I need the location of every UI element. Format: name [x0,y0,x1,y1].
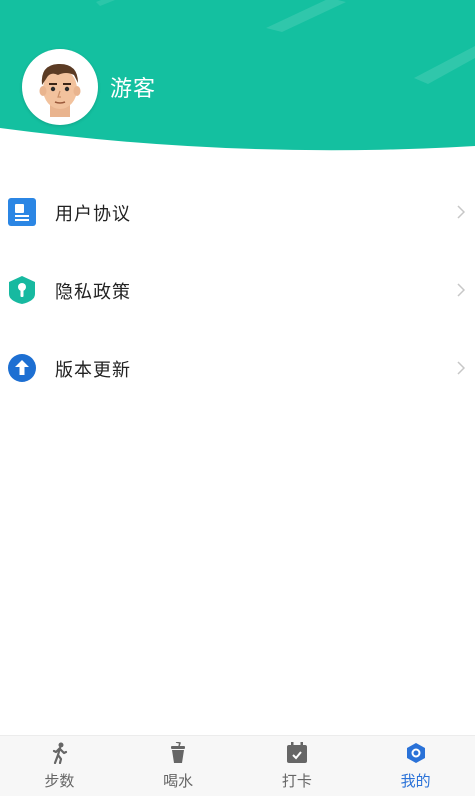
cup-icon [171,742,186,763]
bottom-tab-bar: 步数 喝水 打卡 我的 [0,735,475,796]
avatar[interactable] [22,49,98,125]
tab-label: 步数 [44,772,75,790]
menu-item-version-update[interactable]: 版本更新 [0,328,475,406]
profile-header: 游客 [0,0,475,152]
document-icon [8,198,36,226]
tab-mine[interactable]: 我的 [356,736,475,796]
hexagon-settings-icon [406,743,425,763]
chevron-right-icon [457,205,465,219]
chevron-right-icon [457,283,465,297]
menu-item-user-agreement[interactable]: 用户协议 [0,172,475,250]
tab-label: 我的 [400,772,431,790]
walking-icon [53,742,68,764]
tab-label: 喝水 [163,772,194,790]
tab-check-in[interactable]: 打卡 [238,736,357,796]
avatar-face-icon [39,63,81,117]
upload-arrow-icon [8,354,36,382]
menu-item-privacy-policy[interactable]: 隐私政策 [0,250,475,328]
menu-item-label: 隐私政策 [55,282,131,303]
username: 游客 [110,77,157,102]
settings-menu: 用户协议 隐私政策 版本更新 [0,172,475,406]
privacy-shield-icon [9,276,35,304]
tab-drink-water[interactable]: 喝水 [119,736,238,796]
chevron-right-icon [457,361,465,375]
calendar-check-icon [286,742,307,763]
tab-label: 打卡 [281,772,312,790]
menu-item-label: 用户协议 [55,204,131,225]
tab-steps[interactable]: 步数 [0,736,119,796]
menu-item-label: 版本更新 [55,360,131,381]
